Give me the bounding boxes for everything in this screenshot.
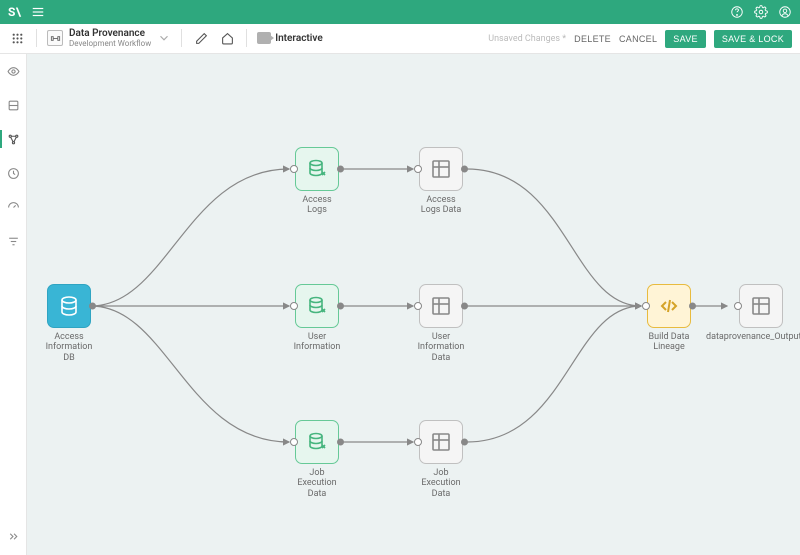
- node-dataprovenance-output[interactable]: dataprovenance_Output: [731, 284, 791, 342]
- logo: S\: [8, 5, 21, 19]
- node-job-execution-data[interactable]: Job Execution Data: [293, 420, 341, 499]
- node-label: Access Logs Data: [417, 195, 465, 216]
- help-icon[interactable]: [730, 5, 744, 19]
- sidebar-history-icon[interactable]: [0, 162, 26, 184]
- settings-icon[interactable]: [754, 5, 768, 19]
- separator: [181, 29, 182, 47]
- save-and-lock-button[interactable]: SAVE & LOCK: [714, 30, 792, 48]
- node-access-logs[interactable]: Access Logs: [293, 147, 341, 216]
- workflow-subtitle: Development Workflow: [69, 40, 151, 48]
- cancel-button[interactable]: CANCEL: [619, 34, 657, 44]
- sidebar-dashboard-icon[interactable]: [0, 196, 26, 218]
- left-sidebar: [0, 54, 27, 555]
- node-user-information[interactable]: User Information: [293, 284, 341, 353]
- sidebar-filter-icon[interactable]: [0, 230, 26, 252]
- node-build-data-lineage[interactable]: Build Data Lineage: [645, 284, 693, 353]
- node-label: User Information Data: [417, 332, 465, 363]
- node-label: Build Data Lineage: [645, 332, 693, 353]
- sidebar-layers-icon[interactable]: [0, 94, 26, 116]
- save-button[interactable]: SAVE: [665, 30, 706, 48]
- env-tag-icon: [257, 32, 271, 44]
- workflow-canvas[interactable]: Access Information DB Access Logs User I…: [27, 54, 800, 555]
- sidebar-show-icon[interactable]: [0, 60, 26, 82]
- unsaved-indicator: Unsaved Changes *: [488, 34, 566, 44]
- node-label: Job Execution Data: [293, 468, 341, 499]
- menu-icon[interactable]: [31, 5, 45, 19]
- toolbar: Data Provenance Development Workflow Int…: [0, 24, 800, 54]
- delete-button[interactable]: DELETE: [574, 34, 611, 44]
- node-label: Access Logs: [293, 195, 341, 216]
- node-label: User Information: [293, 332, 341, 353]
- separator: [246, 29, 247, 47]
- node-job-execution-data-out[interactable]: Job Execution Data: [417, 420, 465, 499]
- env-label-text: Interactive: [275, 33, 323, 44]
- node-user-information-data[interactable]: User Information Data: [417, 284, 465, 363]
- chevron-down-icon: [157, 31, 171, 45]
- sidebar-flow-icon[interactable]: [0, 128, 26, 150]
- sidebar-expand-icon[interactable]: [0, 525, 26, 547]
- top-bar: S\: [0, 0, 800, 24]
- edit-icon[interactable]: [192, 29, 210, 47]
- workflow-heading[interactable]: Data Provenance Development Workflow: [47, 29, 171, 48]
- node-access-information-db[interactable]: Access Information DB: [45, 284, 93, 363]
- node-label: Job Execution Data: [417, 468, 465, 499]
- node-label: Access Information DB: [45, 332, 93, 363]
- apps-icon[interactable]: [8, 29, 26, 47]
- node-label: dataprovenance_Output: [706, 332, 796, 342]
- user-icon[interactable]: [778, 5, 792, 19]
- home-icon[interactable]: [218, 29, 236, 47]
- node-access-logs-data[interactable]: Access Logs Data: [417, 147, 465, 216]
- environment-selector[interactable]: Interactive: [257, 32, 323, 44]
- separator: [36, 29, 37, 47]
- workflow-icon: [47, 30, 63, 46]
- workflow-title: Data Provenance: [69, 29, 151, 40]
